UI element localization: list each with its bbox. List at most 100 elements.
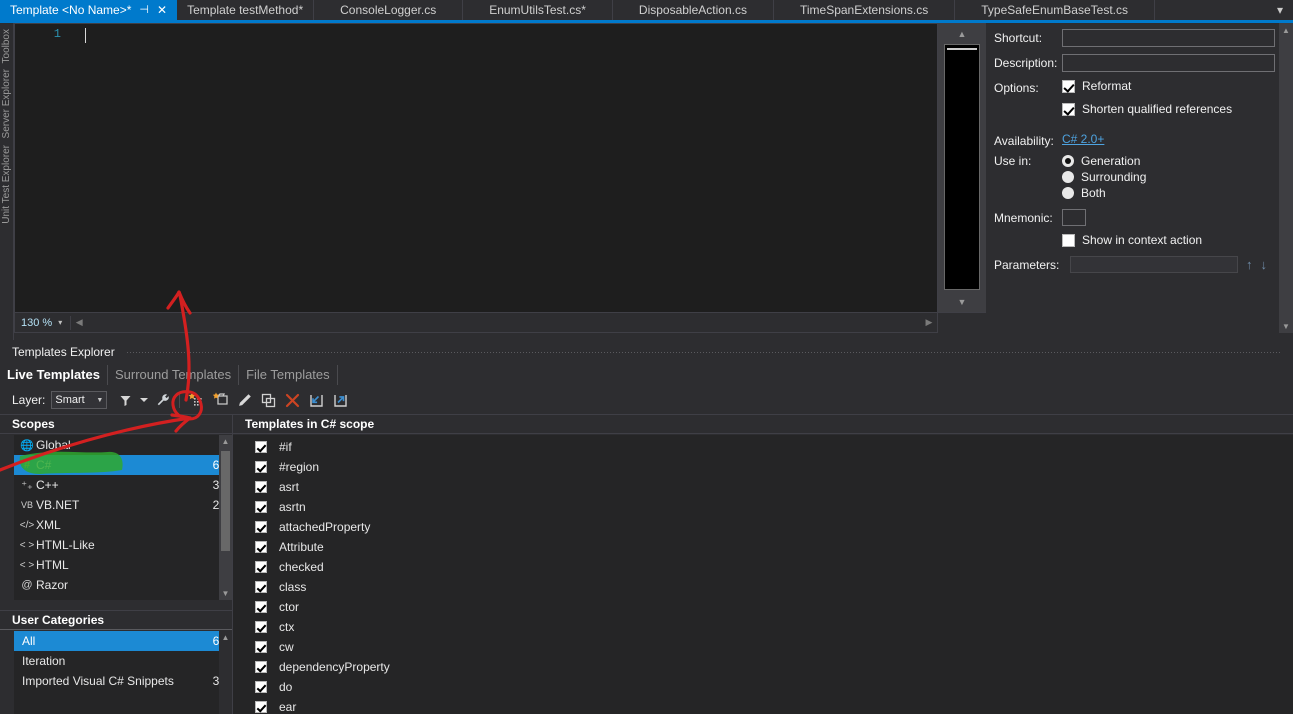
checkbox-icon[interactable] — [255, 441, 267, 453]
templates-list[interactable]: #if #region asrt asrtn attachedProperty … — [233, 435, 1293, 714]
scope-item-csharp[interactable]: # C# 60 — [14, 455, 232, 475]
template-text-editor[interactable]: 1 — [14, 23, 938, 313]
checkbox-icon[interactable] — [255, 461, 267, 473]
settings-wrench-icon[interactable] — [153, 390, 173, 410]
template-row[interactable]: attachedProperty — [233, 517, 1293, 537]
user-category-item-all[interactable]: All 60 — [14, 631, 232, 651]
use-in-generation[interactable]: Generation — [1062, 154, 1275, 168]
dock-tab-server-explorer[interactable]: Server Explorer — [1, 69, 12, 138]
horizontal-scrollbar[interactable] — [87, 313, 921, 332]
tab-enumutilstest-cs[interactable]: EnumUtilsTest.cs* — [463, 0, 613, 20]
scopes-list[interactable]: 🌐 Global 2 # C# 60 ⁺₊ C++ 34 VB VB.NET 2… — [14, 435, 232, 600]
scope-item-html-like[interactable]: < > HTML-Like 4 — [14, 535, 232, 555]
checkbox-icon[interactable] — [1062, 80, 1075, 93]
arrow-down-icon[interactable]: ↓ — [1261, 257, 1276, 272]
hscroll-right-icon[interactable]: ▶ — [921, 317, 937, 328]
import-icon[interactable] — [306, 390, 326, 410]
export-icon[interactable] — [330, 390, 350, 410]
scope-item-cpp[interactable]: ⁺₊ C++ 34 — [14, 475, 232, 495]
dock-tab-unit-test-explorer[interactable]: Unit Test Explorer — [1, 145, 12, 224]
scroll-up-icon[interactable]: ▲ — [944, 26, 980, 42]
template-row[interactable]: checked — [233, 557, 1293, 577]
scroll-up-icon[interactable]: ▲ — [1279, 23, 1293, 37]
close-icon[interactable]: ✕ — [157, 4, 167, 16]
scopes-scrollbar[interactable]: ▲ ▼ — [219, 435, 232, 600]
arrow-up-icon[interactable]: ↑ — [1238, 257, 1261, 272]
shortcut-input[interactable] — [1062, 29, 1275, 47]
checkbox-icon[interactable] — [255, 661, 267, 673]
show-in-context-action-option[interactable]: Show in context action — [1062, 233, 1275, 247]
scope-item-html[interactable]: < > HTML 6 — [14, 555, 232, 575]
dock-tab-toolbox[interactable]: Toolbox — [1, 29, 12, 63]
checkbox-icon[interactable] — [255, 641, 267, 653]
use-in-both[interactable]: Both — [1062, 186, 1275, 200]
user-category-item-iteration[interactable]: Iteration 5 — [14, 651, 232, 671]
description-input[interactable] — [1062, 54, 1275, 72]
checkbox-icon[interactable] — [255, 621, 267, 633]
checkbox-icon[interactable] — [255, 581, 267, 593]
template-row[interactable]: #region — [233, 457, 1293, 477]
checkbox-icon[interactable] — [1062, 103, 1075, 116]
checkbox-icon[interactable] — [255, 701, 267, 713]
scroll-down-icon[interactable]: ▼ — [1279, 319, 1293, 333]
checkbox-icon[interactable] — [255, 521, 267, 533]
use-in-surrounding[interactable]: Surrounding — [1062, 170, 1275, 184]
scroll-down-icon[interactable]: ▼ — [944, 294, 980, 310]
tab-surround-templates[interactable]: Surround Templates — [108, 365, 239, 385]
scope-item-global[interactable]: 🌐 Global 2 — [14, 435, 232, 455]
tab-timespanextensions-cs[interactable]: TimeSpanExtensions.cs — [774, 0, 955, 20]
pin-icon[interactable]: ⊣ — [139, 5, 149, 16]
mnemonic-input[interactable] — [1062, 209, 1086, 226]
scope-item-vbnet[interactable]: VB VB.NET 23 — [14, 495, 232, 515]
checkbox-icon[interactable] — [255, 681, 267, 693]
checkbox-icon[interactable] — [255, 561, 267, 573]
user-categories-scrollbar[interactable]: ▲ — [219, 631, 232, 714]
new-category-icon[interactable] — [210, 390, 230, 410]
checkbox-icon[interactable] — [255, 601, 267, 613]
scope-item-xml[interactable]: </> XML 5 — [14, 515, 232, 535]
layer-select[interactable]: Smart ▼ — [51, 391, 107, 409]
tab-live-templates[interactable]: Live Templates — [0, 365, 108, 385]
radio-icon[interactable] — [1062, 155, 1074, 167]
scroll-up-icon[interactable]: ▲ — [219, 435, 232, 448]
hscroll-left-icon[interactable]: ◀ — [71, 317, 87, 328]
properties-vertical-scrollbar[interactable]: ▲ ▼ — [1279, 23, 1293, 333]
template-row[interactable]: cw — [233, 637, 1293, 657]
scroll-down-icon[interactable]: ▼ — [219, 587, 232, 600]
parameters-list[interactable] — [1070, 256, 1238, 273]
tab-disposableaction-cs[interactable]: DisposableAction.cs — [613, 0, 774, 20]
chevron-down-icon[interactable]: ▾ — [52, 318, 70, 327]
checkbox-icon[interactable] — [255, 481, 267, 493]
scrollbar-thumb[interactable] — [944, 44, 980, 290]
checkbox-icon[interactable] — [1062, 234, 1075, 247]
template-row[interactable]: asrt — [233, 477, 1293, 497]
scope-item-razor[interactable]: @ Razor 9 — [14, 575, 232, 595]
tab-template-testmethod[interactable]: Template testMethod* — [177, 0, 314, 20]
template-row[interactable]: Attribute — [233, 537, 1293, 557]
new-template-icon[interactable] — [186, 390, 206, 410]
template-row[interactable]: dependencyProperty — [233, 657, 1293, 677]
copy-icon[interactable] — [258, 390, 278, 410]
scroll-up-icon[interactable]: ▲ — [219, 631, 232, 644]
option-reformat[interactable]: Reformat — [1062, 79, 1275, 93]
checkbox-icon[interactable] — [255, 541, 267, 553]
edit-icon[interactable] — [234, 390, 254, 410]
template-row[interactable]: ctx — [233, 617, 1293, 637]
template-row[interactable]: do — [233, 677, 1293, 697]
template-row[interactable]: ear — [233, 697, 1293, 714]
chevron-down-icon[interactable]: ▾ — [1267, 0, 1293, 20]
tab-consolelogger-cs[interactable]: ConsoleLogger.cs — [314, 0, 463, 20]
template-row[interactable]: asrtn — [233, 497, 1293, 517]
filter-icon[interactable] — [115, 390, 135, 410]
template-row[interactable]: ctor — [233, 597, 1293, 617]
tab-file-templates[interactable]: File Templates — [239, 365, 338, 385]
delete-icon[interactable] — [282, 390, 302, 410]
checkbox-icon[interactable] — [255, 501, 267, 513]
user-category-item-imported-snippets[interactable]: Imported Visual C# Snippets 31 — [14, 671, 232, 691]
tab-template-no-name[interactable]: Template <No Name>* ⊣ ✕ — [0, 0, 177, 20]
filter-dropdown-icon[interactable] — [139, 390, 149, 410]
template-row[interactable]: #if — [233, 437, 1293, 457]
user-categories-list[interactable]: All 60 Iteration 5 Imported Visual C# Sn… — [14, 631, 232, 714]
template-row[interactable]: class — [233, 577, 1293, 597]
scrollbar-thumb[interactable] — [221, 451, 230, 551]
